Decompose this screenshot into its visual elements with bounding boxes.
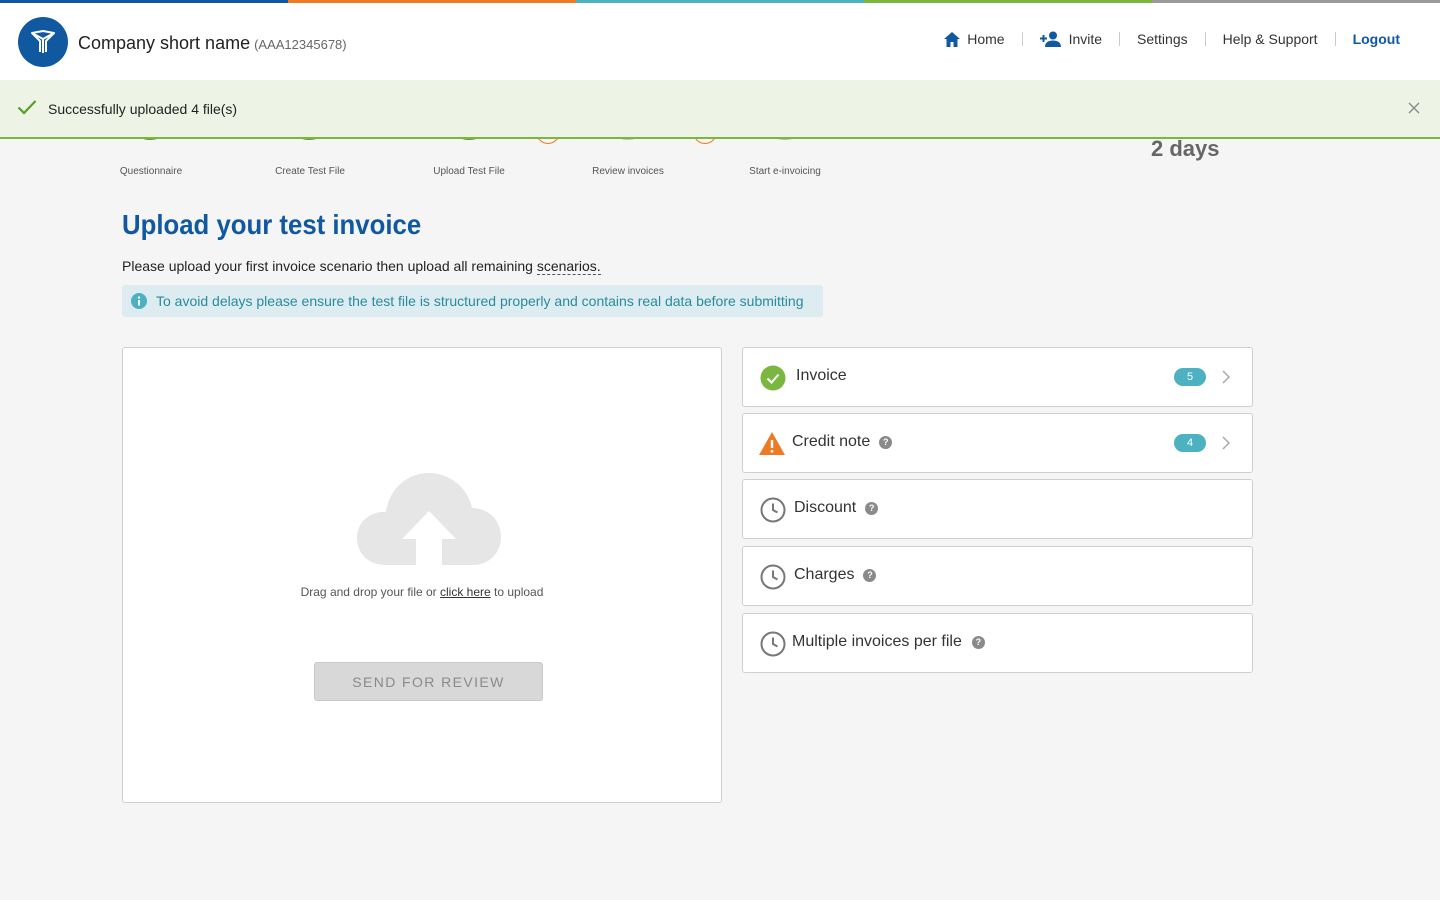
scenario-multiple-invoices-per-file[interactable]: Multiple invoices per file? (742, 613, 1253, 673)
dropzone-hint: Drag and drop your file or click here to… (123, 585, 721, 599)
top-nav: Home Invite Settings Help & Support Logo… (927, 31, 1400, 47)
scenarios-link[interactable]: scenarios. (536, 258, 601, 275)
nav-settings[interactable]: Settings (1120, 31, 1205, 47)
company-name-text: Company short name (78, 33, 251, 53)
scenario-label-text: Credit note (792, 433, 871, 450)
checkmark-icon (17, 100, 37, 115)
scenario-count-badge: 5 (1174, 368, 1206, 386)
page-subtitle: Please upload your first invoice scenari… (122, 258, 601, 275)
company-name: Company short name (AAA12345678) (78, 33, 347, 54)
help-icon[interactable]: ? (879, 435, 893, 449)
nav-settings-label: Settings (1137, 31, 1188, 47)
scenario-label-text: Charges (794, 566, 855, 583)
nav-help-label: Help & Support (1222, 31, 1318, 47)
step-label-create-test-file: Create Test File (275, 166, 345, 177)
nav-invite[interactable]: Invite (1023, 31, 1119, 47)
scenario-label: Invoice (796, 367, 847, 385)
check-circle-icon (760, 365, 786, 391)
success-notification: Successfully uploaded 4 file(s) (0, 80, 1440, 139)
scenario-credit-note[interactable]: Credit note? 4 (742, 413, 1253, 473)
clock-icon (760, 564, 786, 590)
cloud-upload-icon (357, 473, 501, 565)
scenario-label: Multiple invoices per file? (792, 633, 985, 651)
app-header: Company short name (AAA12345678) Home Inv… (0, 3, 1440, 80)
add-person-icon (1039, 31, 1061, 47)
dropzone-hint-text: Drag and drop your file or (300, 585, 440, 599)
scenario-label-text: Discount (794, 499, 857, 516)
scenario-label: Charges? (794, 566, 877, 584)
step-label-review-invoices: Review invoices (592, 166, 664, 177)
scenario-invoice[interactable]: Invoice 5 (742, 347, 1253, 407)
click-here-link[interactable]: click here (440, 585, 491, 599)
dropzone-hint-text-end: to upload (490, 585, 544, 599)
notification-message: Successfully uploaded 4 file(s) (48, 101, 238, 117)
scenario-count-badge: 4 (1174, 434, 1206, 452)
nav-home-label: Home (967, 31, 1005, 47)
page-title: Upload your test invoice (122, 209, 422, 240)
nav-home[interactable]: Home (927, 31, 1021, 47)
nav-help-support[interactable]: Help & Support (1206, 31, 1335, 47)
send-for-review-button[interactable]: SEND FOR REVIEW (314, 662, 543, 701)
scenario-label-text: Invoice (796, 367, 847, 384)
close-icon[interactable] (1408, 102, 1420, 114)
nav-logout[interactable]: Logout (1336, 31, 1400, 47)
scenario-charges[interactable]: Charges? (742, 546, 1253, 606)
scenario-label: Discount? (794, 499, 879, 517)
chevron-right-icon (1222, 370, 1231, 384)
nav-logout-label: Logout (1352, 31, 1400, 47)
chevron-right-icon (1222, 436, 1231, 450)
home-icon (944, 31, 961, 47)
help-icon[interactable]: ? (865, 501, 879, 515)
subtitle-text: Please upload your first invoice scenari… (122, 258, 537, 274)
step-label-upload-test-file: Upload Test File (433, 166, 505, 177)
scenario-discount[interactable]: Discount? (742, 479, 1253, 539)
file-dropzone[interactable]: Drag and drop your file or click here to… (122, 347, 722, 803)
company-code: (AAA12345678) (254, 37, 347, 52)
info-alert: To avoid delays please ensure the test f… (122, 285, 823, 317)
step-label-questionnaire: Questionnaire (119, 166, 183, 177)
scenario-label-text: Multiple invoices per file (792, 633, 962, 650)
logo-mark-icon (31, 30, 55, 53)
help-icon[interactable]: ? (971, 635, 985, 649)
info-alert-text: To avoid delays please ensure the test f… (156, 293, 804, 309)
step-label-start-e-invoicing: Start e-invoicing (749, 166, 821, 177)
scenario-label: Credit note? (792, 433, 893, 451)
help-icon[interactable]: ? (863, 568, 877, 582)
warning-triangle-icon (759, 432, 785, 455)
time-remaining: 2 days (1151, 136, 1220, 161)
info-icon (131, 293, 147, 309)
nav-invite-label: Invite (1068, 31, 1103, 47)
clock-icon (760, 497, 786, 523)
clock-icon (760, 631, 786, 657)
company-logo[interactable] (18, 17, 68, 67)
